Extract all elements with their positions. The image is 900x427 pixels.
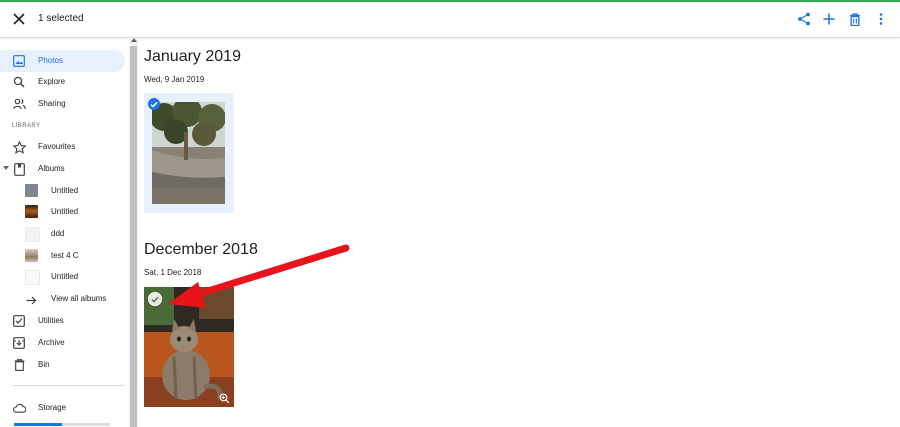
sidebar-item-label: Albums <box>38 164 65 173</box>
album-item[interactable]: ddd <box>0 223 125 245</box>
sidebar-item-explore[interactable]: Explore <box>0 71 125 93</box>
sidebar-item-label: Utilities <box>38 316 64 325</box>
cloud-icon <box>12 401 26 415</box>
album-label: Untitled <box>51 272 79 281</box>
search-icon <box>12 75 26 89</box>
sidebar-item-label: Photos <box>38 56 63 65</box>
sidebar-item-utilities[interactable]: Utilities <box>0 310 125 332</box>
album-label: test 4 C <box>51 251 79 260</box>
bin-icon <box>12 358 26 372</box>
storage-usage-fill <box>14 423 62 426</box>
sidebar-item-label: Sharing <box>38 99 66 108</box>
selection-toolbar: 1 selected <box>0 2 900 38</box>
more-icon <box>879 13 883 25</box>
sidebar-item-label: Explore <box>38 77 66 86</box>
share-button[interactable] <box>794 9 814 29</box>
people-icon <box>12 97 26 111</box>
album-label: Untitled <box>51 207 79 216</box>
month-heading: January 2019 <box>144 48 241 65</box>
sidebar-item-favourites[interactable]: Favourites <box>0 136 125 158</box>
sidebar-item-label: Bin <box>38 360 50 369</box>
delete-icon <box>850 12 860 26</box>
scrollbar-thumb[interactable] <box>130 46 137 427</box>
sidebar-item-storage[interactable]: Storage <box>0 397 125 419</box>
more-options-button[interactable] <box>871 9 891 29</box>
album-item[interactable]: Untitled <box>0 180 125 202</box>
photos-icon <box>12 54 26 68</box>
delete-button[interactable] <box>845 9 865 29</box>
album-label: ddd <box>51 229 65 238</box>
close-icon <box>13 13 25 25</box>
sidebar-item-albums[interactable]: Albums <box>0 158 125 180</box>
selection-count: 1 selected <box>38 13 84 24</box>
album-thumbnail <box>25 205 38 218</box>
sidebar-item-label: Archive <box>38 338 65 347</box>
album-label: Untitled <box>51 186 79 195</box>
storage-usage-bar <box>14 423 110 426</box>
album-thumbnail <box>25 227 40 242</box>
sidebar-item-photos[interactable]: Photos <box>0 50 125 72</box>
add-to-button[interactable] <box>819 9 839 29</box>
sidebar: Photos Explore Sharing LIBRARY Favourite… <box>0 38 130 427</box>
close-selection-button[interactable] <box>8 8 30 30</box>
album-item[interactable]: test 4 C <box>0 245 125 267</box>
library-section-label: LIBRARY <box>12 123 41 129</box>
utilities-icon <box>12 314 26 328</box>
album-thumbnail <box>25 270 40 285</box>
album-thumbnail <box>25 184 38 197</box>
photo-tile-selected[interactable] <box>144 93 234 213</box>
photo-grid: January 2019 Wed, 9 Jan 2019 December 20… <box>138 38 900 427</box>
album-icon <box>12 162 26 176</box>
annotation-arrow-icon <box>168 244 350 308</box>
sidebar-item-label: Favourites <box>38 142 76 151</box>
view-all-albums-link[interactable]: View all albums <box>0 288 125 310</box>
photo-fountain-thumbnail <box>152 102 225 204</box>
scroll-up-arrow-icon[interactable] <box>131 38 137 42</box>
storage-label: Storage <box>38 403 67 412</box>
star-icon <box>12 140 26 154</box>
add-icon <box>823 13 835 25</box>
sidebar-divider <box>12 385 125 386</box>
view-all-albums-label: View all albums <box>51 294 107 303</box>
album-item[interactable]: Untitled <box>0 201 125 223</box>
zoom-icon[interactable] <box>219 391 230 409</box>
sidebar-item-archive[interactable]: Archive <box>0 332 125 354</box>
collapse-caret-icon[interactable] <box>3 166 9 170</box>
sidebar-item-bin[interactable]: Bin <box>0 354 125 376</box>
arrow-right-icon <box>26 293 37 311</box>
archive-icon <box>12 336 26 350</box>
sidebar-scrollbar[interactable] <box>129 38 138 427</box>
album-thumbnail <box>25 249 38 262</box>
share-icon <box>798 12 810 26</box>
sidebar-item-sharing[interactable]: Sharing <box>0 93 125 115</box>
album-item[interactable]: Untitled <box>0 266 125 288</box>
day-heading: Wed, 9 Jan 2019 <box>144 75 205 84</box>
selected-check-icon[interactable] <box>148 98 160 110</box>
